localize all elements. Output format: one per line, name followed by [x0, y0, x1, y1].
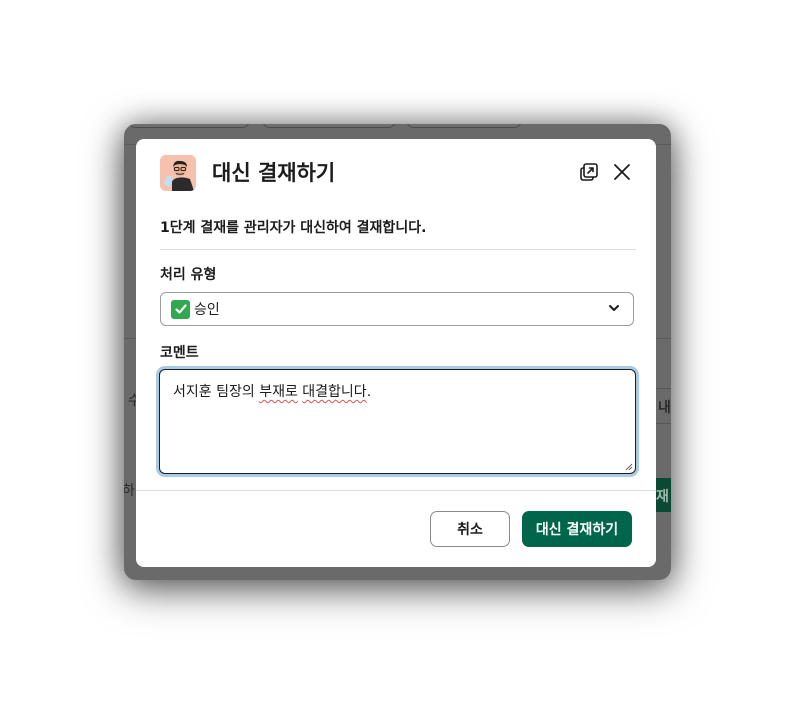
footer-divider	[136, 490, 656, 491]
comment-text-part: 대결합니다	[302, 384, 367, 400]
comment-textarea[interactable]: 서지훈 팀장의 부재로 대결합니다.	[159, 369, 636, 474]
section-divider	[160, 249, 636, 250]
comment-text-part: .	[366, 384, 372, 400]
open-in-window-icon[interactable]	[578, 161, 600, 183]
comment-label: 코멘트	[160, 345, 199, 361]
modal-title: 대신 결재하기	[212, 161, 336, 185]
type-label: 처리 유형	[160, 267, 217, 283]
cancel-button[interactable]: 취소	[430, 511, 510, 547]
avatar	[160, 155, 196, 191]
background-text: 하	[124, 483, 135, 499]
submit-button[interactable]: 대신 결재하기	[522, 511, 632, 547]
background-tab	[262, 124, 396, 128]
check-mark-icon	[171, 299, 190, 319]
chevron-down-icon	[607, 300, 621, 319]
background-text: 내	[658, 400, 671, 416]
modal-description: 1단계 결재를 관리자가 대신하여 결재합니다.	[160, 220, 427, 236]
background-text: 재	[656, 489, 669, 505]
background-tab	[406, 124, 522, 128]
close-icon[interactable]	[611, 161, 633, 183]
approval-modal: 대신 결재하기 1단계 결재를 관리자가 대신하여 결재합니다. 처리 유형 승…	[136, 139, 656, 567]
type-select-value: 승인	[194, 302, 220, 318]
background-tab	[128, 124, 250, 128]
comment-text-part: 서지훈 팀장의	[173, 384, 260, 400]
comment-text-part: 부재로	[259, 384, 298, 400]
background-field: 내	[654, 388, 671, 424]
background-button: 재	[654, 478, 671, 512]
resize-handle-icon[interactable]	[625, 463, 633, 471]
type-select[interactable]: 승인	[160, 292, 634, 326]
